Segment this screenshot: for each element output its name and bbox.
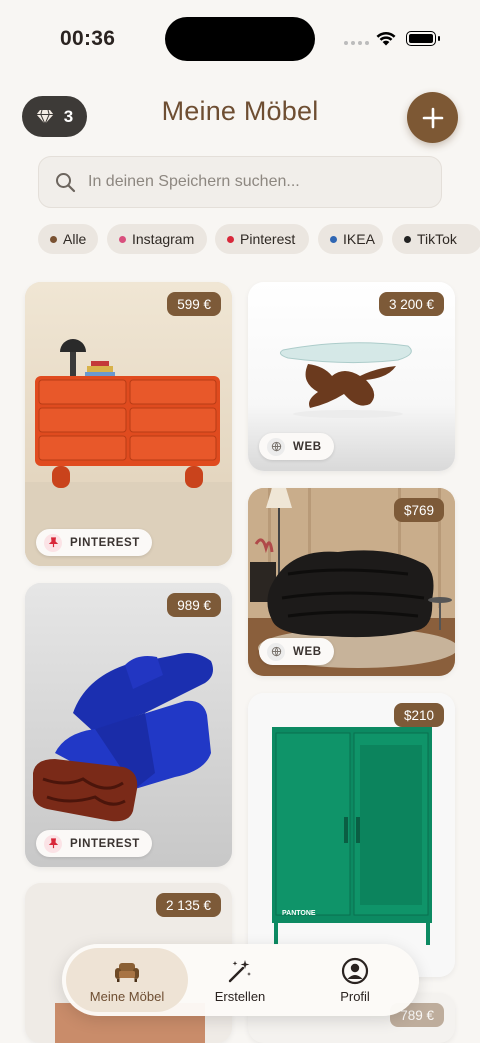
furniture-card[interactable]: $769 WEB [248, 488, 455, 676]
dot-icon [404, 235, 411, 243]
wifi-icon [376, 31, 396, 46]
tab-erstellen[interactable]: Erstellen [184, 948, 296, 1012]
dot-icon [330, 235, 337, 243]
source-label: WEB [293, 440, 322, 453]
dynamic-island [165, 17, 315, 61]
filter-chip-ikea[interactable]: IKEA [318, 224, 383, 254]
add-item-button[interactable] [407, 92, 458, 143]
price-badge: 2 135 € [155, 893, 221, 917]
source-label: PINTEREST [70, 837, 140, 850]
blue-sofa-image [25, 583, 232, 867]
source-badge-pinterest: PINTEREST [36, 830, 152, 857]
price-badge: 599 € [167, 292, 221, 316]
search-input[interactable] [88, 173, 408, 191]
bottom-tab-bar: Meine Möbel Erstellen Profil [62, 944, 419, 1016]
source-badge-web: WEB [259, 433, 334, 460]
price-badge: 989 € [167, 593, 221, 617]
price-badge: $769 [393, 498, 444, 522]
search-icon [56, 172, 76, 192]
magic-wand-icon [228, 959, 251, 982]
svg-text:PANTONE: PANTONE [282, 910, 316, 917]
source-label: WEB [293, 645, 322, 658]
source-label: PINTEREST [70, 536, 140, 549]
chip-label: Instagram [132, 231, 195, 247]
plus-icon [422, 107, 443, 128]
tab-label: Erstellen [214, 988, 266, 1004]
filter-chip-tiktok[interactable]: TikTok [392, 224, 480, 254]
chip-label: Alle [63, 231, 87, 247]
globe-icon [267, 437, 285, 456]
dot-icon [50, 235, 57, 243]
dot-icon [119, 235, 126, 243]
sofa-icon [115, 962, 139, 982]
filter-chip-pinterest[interactable]: Pinterest [215, 224, 309, 254]
filter-chip-instagram[interactable]: Instagram [107, 224, 207, 254]
status-time: 00:36 [60, 27, 116, 50]
price-badge: 3 200 € [378, 292, 444, 316]
tab-profil[interactable]: Profil [296, 948, 414, 1012]
tab-meine-moebel[interactable]: Meine Möbel [66, 948, 188, 1012]
source-badge-pinterest: PINTEREST [36, 529, 152, 556]
source-badge-web: WEB [259, 638, 334, 665]
globe-icon [267, 642, 285, 661]
dresser-image [25, 282, 232, 566]
furniture-card[interactable]: PANTONE $210 [248, 693, 455, 977]
pin-icon [44, 834, 62, 853]
signal-icon [344, 41, 369, 45]
tab-label: Profil [340, 988, 370, 1004]
dot-icon [227, 235, 234, 243]
pin-icon [44, 533, 62, 552]
chip-label: Pinterest [240, 231, 296, 247]
profile-icon [341, 957, 369, 984]
filter-chips: Alle Instagram Pinterest IKEA TikTok [38, 224, 480, 254]
chip-label: TikTok [417, 231, 457, 247]
battery-icon [406, 31, 440, 46]
status-bar: 00:36 [0, 0, 480, 80]
chip-label: IKEA [343, 231, 375, 247]
price-badge: $210 [393, 703, 444, 727]
furniture-card[interactable]: 3 200 € WEB [248, 282, 455, 471]
tab-label: Meine Möbel [89, 988, 165, 1004]
filter-chip-alle[interactable]: Alle [38, 224, 98, 254]
furniture-card[interactable]: 599 € PINTEREST [25, 282, 232, 566]
green-locker-image: PANTONE [248, 693, 455, 977]
furniture-card[interactable]: 989 € PINTEREST [25, 583, 232, 867]
search-bar[interactable] [38, 156, 442, 208]
